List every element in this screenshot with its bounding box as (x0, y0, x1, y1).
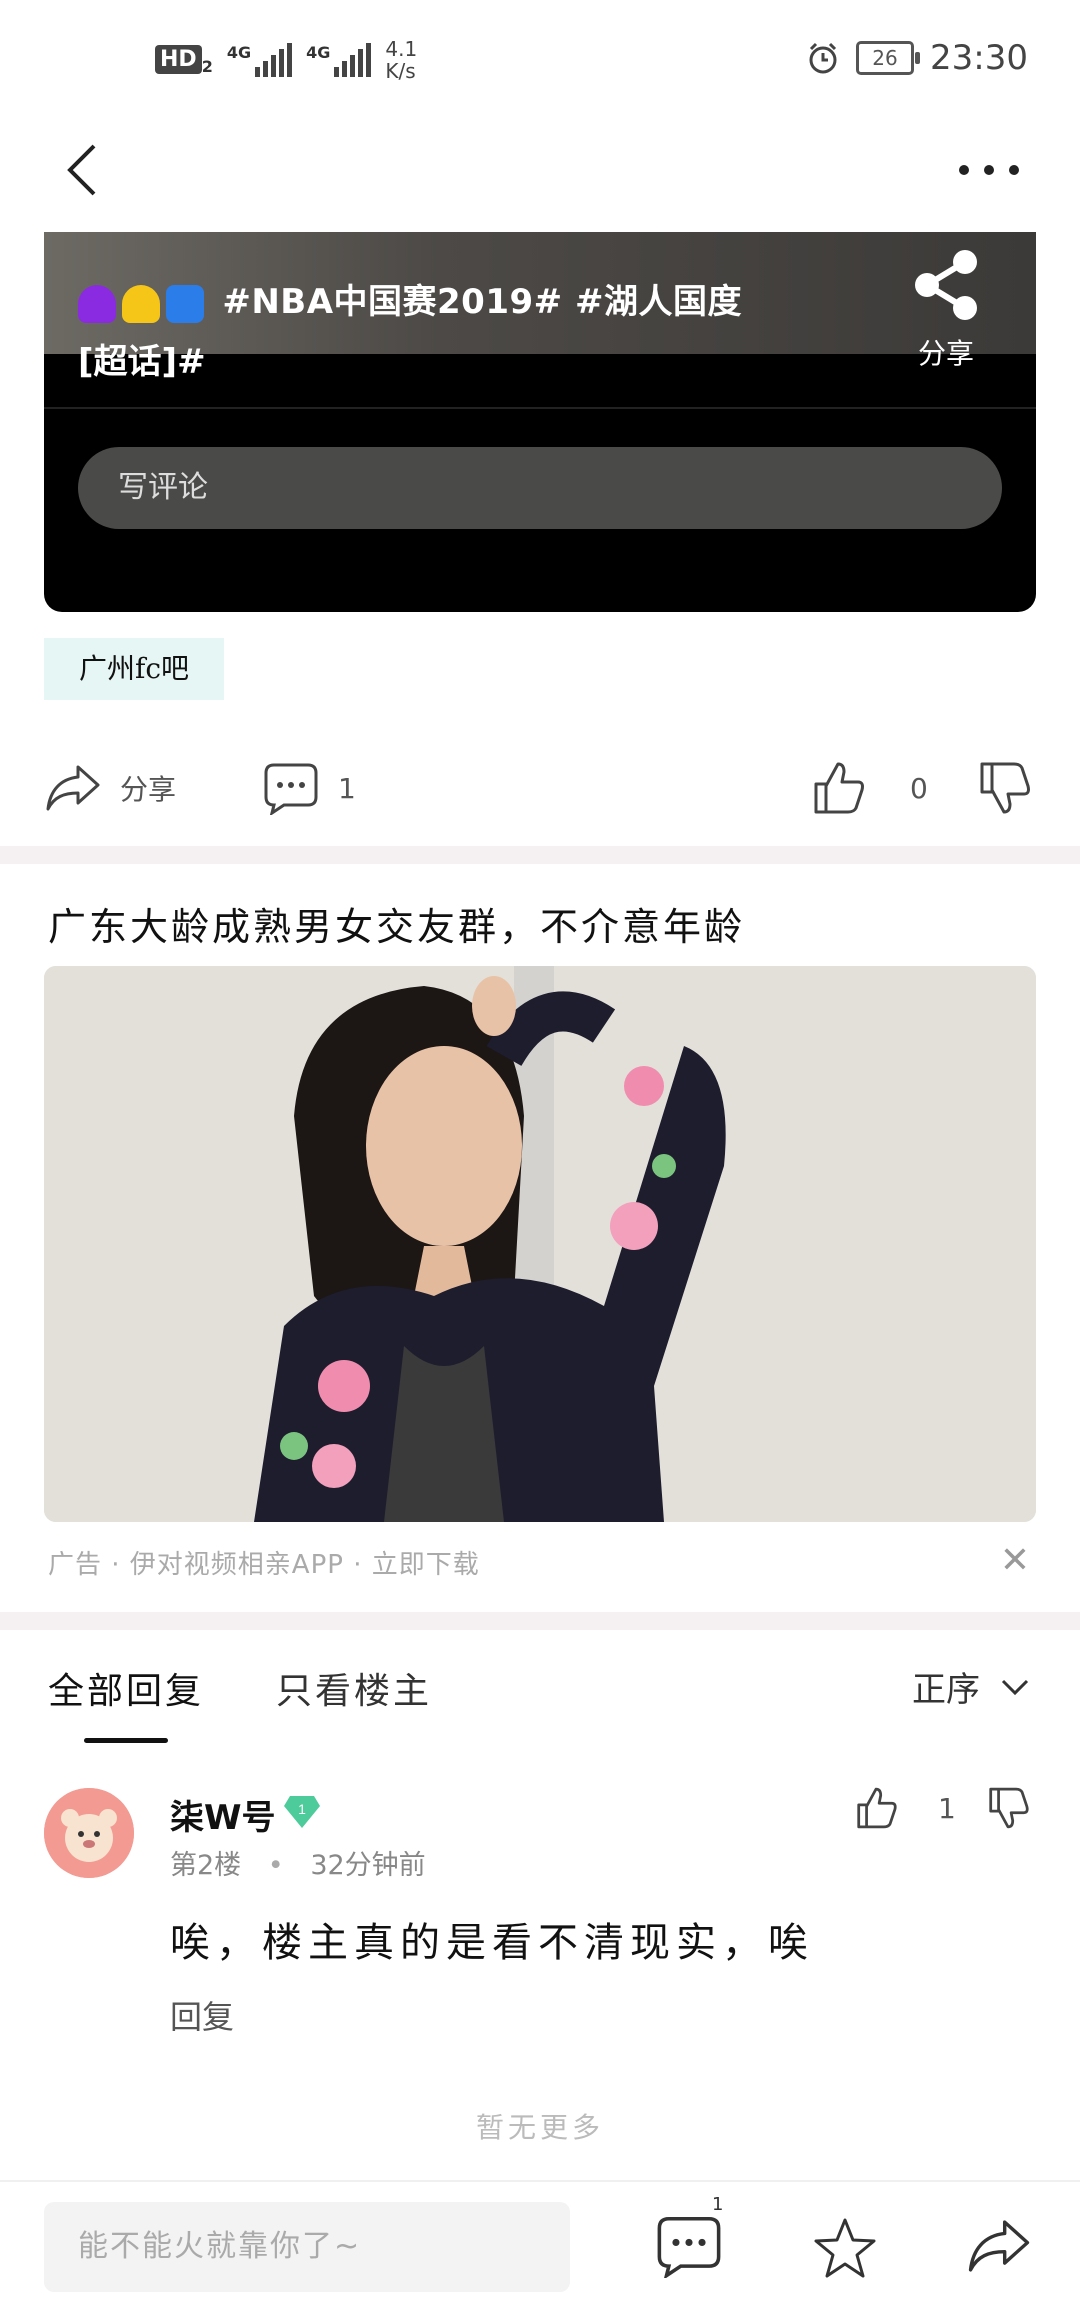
avatar[interactable] (44, 1788, 134, 1878)
clock: 23:30 (930, 38, 1028, 78)
reply-thumbs-down-icon[interactable] (986, 1786, 1030, 1830)
video-comment-input[interactable]: 写评论 (78, 447, 1002, 529)
tab-op-only[interactable]: 只看楼主 (276, 1662, 432, 1714)
post-like-count: 0 (910, 771, 928, 805)
share-arrow-icon (46, 765, 100, 811)
nav-bar (0, 110, 1080, 230)
bottom-comment-icon[interactable] (654, 2214, 724, 2278)
meta-dot: • (267, 1850, 284, 1881)
video-share-label: 分享 (917, 337, 974, 370)
soon-arrow-icon (166, 284, 204, 323)
alarm-icon (809, 42, 837, 74)
network-speed: 4.1 K/s (385, 37, 418, 83)
sort-dropdown[interactable]: 正序 (912, 1662, 1030, 1711)
avatar-bear-icon (44, 1788, 134, 1878)
bottom-comment-badge: 1 (712, 2194, 724, 2215)
ad-meta: 广告 · 伊对视频相亲APP · 立即下载 (48, 1550, 480, 1580)
thumbs-up-icon (814, 762, 864, 814)
purple-heart-icon (78, 284, 116, 323)
level-badge-icon: 1 (284, 1796, 320, 1828)
post-comment-button[interactable]: 1 (262, 752, 356, 824)
yellow-heart-icon (122, 284, 160, 323)
status-bar: HD 2 4G 4G 4.1 K/s 26 23:30 (0, 0, 1080, 110)
video-card[interactable]: #NBA中国赛2019# #湖人国度 [超话]# 分享 写评论 (44, 232, 1036, 612)
ad-image[interactable] (44, 966, 1036, 1522)
chevron-down-icon (1001, 1679, 1029, 1695)
more-options-icon[interactable] (954, 140, 1024, 200)
ad-title[interactable]: 广东大龄成熟男女交友群，不介意年龄 (48, 896, 745, 951)
reply-thumbs-up-icon[interactable] (854, 1786, 898, 1830)
bottom-bar: 能不能火就靠你了~ 1 (0, 2180, 1080, 2312)
ad-close-icon[interactable]: ✕ (1000, 1540, 1030, 1581)
forum-tag[interactable]: 广州fc吧 (44, 638, 224, 700)
post-share-label: 分享 (120, 773, 177, 806)
hd-indicator: HD 2 (155, 43, 213, 77)
battery-icon: 26 (856, 41, 921, 75)
post-share-button[interactable]: 分享 (44, 752, 176, 824)
reply-floor: 第2楼 (170, 1850, 242, 1881)
reply-like-count: 1 (938, 1792, 956, 1825)
no-more-text: 暂无更多 (475, 2111, 604, 2144)
video-divider (44, 407, 1036, 409)
reply-input[interactable]: 能不能火就靠你了~ (44, 2202, 570, 2292)
bottom-share-icon[interactable] (966, 2216, 1032, 2276)
tab-all-replies[interactable]: 全部回复 (48, 1662, 204, 1714)
reply-time: 32分钟前 (310, 1850, 426, 1881)
status-right: 26 23:30 (806, 38, 1028, 78)
reply-text: 唉，楼主真的是看不清现实，唉 (170, 1920, 814, 1966)
svg-text:1: 1 (298, 1801, 306, 1817)
reply-floor-meta: 第2楼 • 32分钟前 (170, 1843, 426, 1882)
section-gap (0, 1612, 1080, 1630)
sort-label: 正序 (912, 1670, 980, 1710)
video-tagline: #NBA中国赛2019# #湖人国度 (78, 274, 742, 323)
ad-photo-woman (44, 966, 1036, 1522)
reply-username[interactable]: 柒W号 (170, 1790, 276, 1839)
section-gap (0, 846, 1080, 864)
signal-icon-1: 4G (227, 43, 293, 77)
back-arrow-icon[interactable] (56, 140, 116, 200)
post-dislike-button[interactable] (976, 752, 1032, 824)
tab-active-indicator (84, 1738, 168, 1743)
post-comment-count: 1 (338, 771, 356, 805)
video-share-button[interactable]: 分享 (896, 248, 996, 372)
post-like-button[interactable] (810, 752, 866, 824)
star-favorite-icon[interactable] (812, 2216, 878, 2280)
reply-button[interactable]: 回复 (170, 1992, 234, 2038)
signal-icon-2: 4G (306, 43, 372, 77)
video-tagline-cont: [超话]# (78, 342, 206, 382)
share-nodes-icon (915, 250, 977, 320)
thumbs-down-icon (980, 762, 1030, 814)
comment-bubble-icon (264, 763, 318, 815)
status-left: HD 2 4G 4G 4.1 K/s (155, 38, 417, 82)
